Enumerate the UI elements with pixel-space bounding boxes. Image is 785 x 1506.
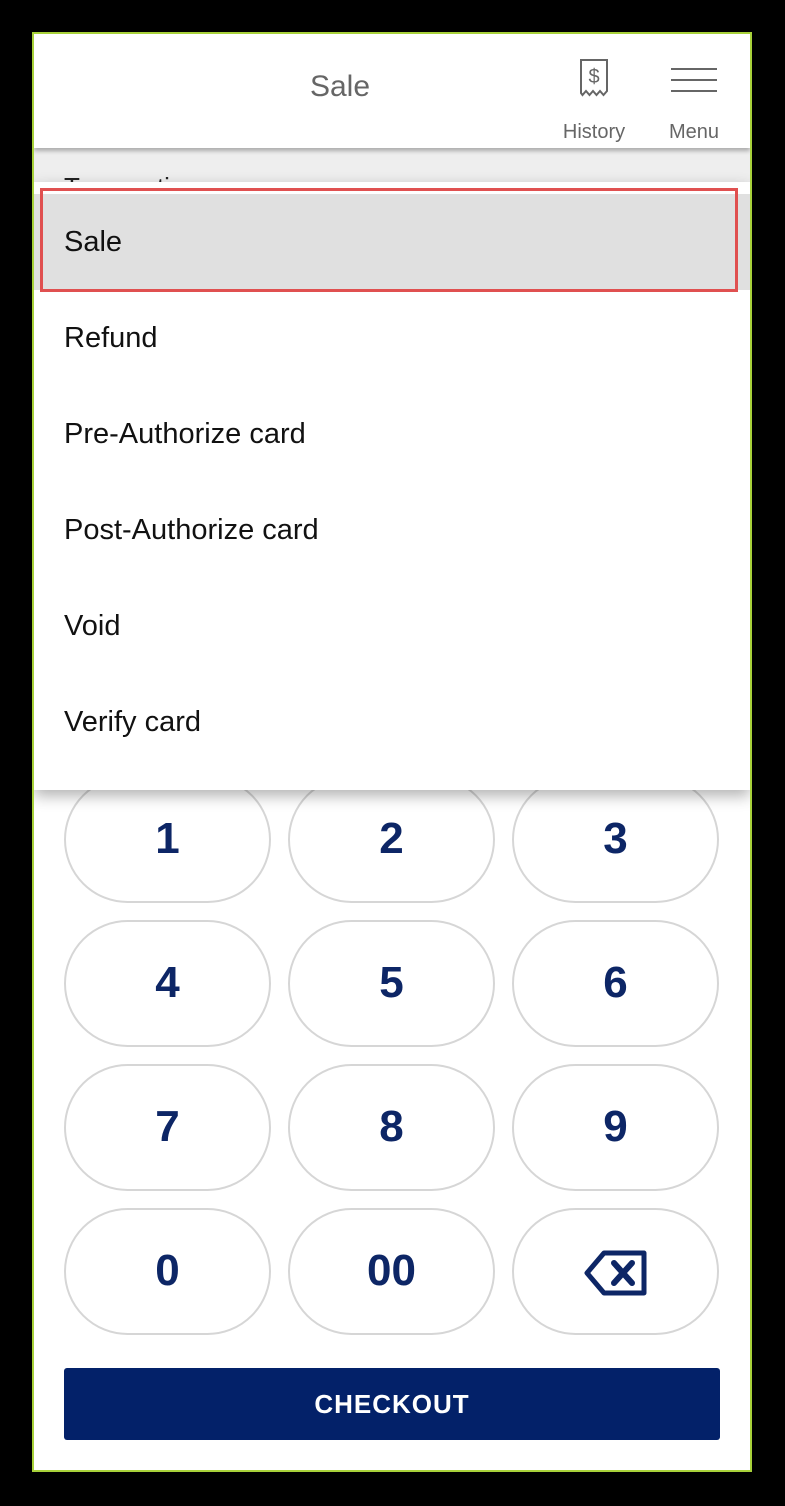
key-00[interactable]: 00	[288, 1208, 495, 1335]
receipt-dollar-icon: $	[580, 59, 608, 97]
dropdown-item-label: Refund	[64, 322, 158, 354]
dropdown-item-sale[interactable]: Sale	[34, 194, 750, 290]
menu-button[interactable]: Menu	[649, 54, 739, 143]
dropdown-item-label: Verify card	[64, 706, 201, 738]
key-1[interactable]: 1	[64, 776, 271, 903]
app-header: Sale $ History Menu	[34, 34, 750, 148]
hamburger-menu-icon	[671, 68, 717, 92]
dropdown-item-pre-authorize[interactable]: Pre-Authorize card	[34, 386, 750, 482]
key-2[interactable]: 2	[288, 776, 495, 903]
dropdown-item-void[interactable]: Void	[34, 578, 750, 674]
backspace-icon	[584, 1250, 646, 1296]
key-9[interactable]: 9	[512, 1064, 719, 1191]
menu-label: Menu	[668, 121, 720, 143]
key-0[interactable]: 0	[64, 1208, 271, 1335]
checkout-button[interactable]: CHECKOUT	[64, 1368, 720, 1440]
dropdown-item-label: Sale	[64, 226, 123, 258]
key-8[interactable]: 8	[288, 1064, 495, 1191]
dropdown-item-label: Void	[64, 610, 121, 642]
dropdown-item-post-authorize[interactable]: Post-Authorize card	[34, 482, 750, 578]
key-5[interactable]: 5	[288, 920, 495, 1047]
key-7[interactable]: 7	[64, 1064, 271, 1191]
dropdown-item-verify-card[interactable]: Verify card	[34, 674, 750, 770]
svg-text:$: $	[588, 66, 599, 88]
key-6[interactable]: 6	[512, 920, 719, 1047]
dropdown-item-label: Pre-Authorize card	[64, 418, 306, 450]
dropdown-item-label: Post-Authorize card	[64, 514, 319, 546]
key-3[interactable]: 3	[512, 776, 719, 903]
dropdown-item-refund[interactable]: Refund	[34, 290, 750, 386]
transaction-type-dropdown: Sale Refund Pre-Authorize card Post-Auth…	[34, 182, 750, 790]
app-frame: Sale $ History Menu Transaction Sale Ref…	[32, 32, 752, 1472]
key-4[interactable]: 4	[64, 920, 271, 1047]
key-backspace[interactable]	[512, 1208, 719, 1335]
history-button[interactable]: $ History	[549, 54, 639, 143]
history-label: History	[562, 121, 626, 143]
